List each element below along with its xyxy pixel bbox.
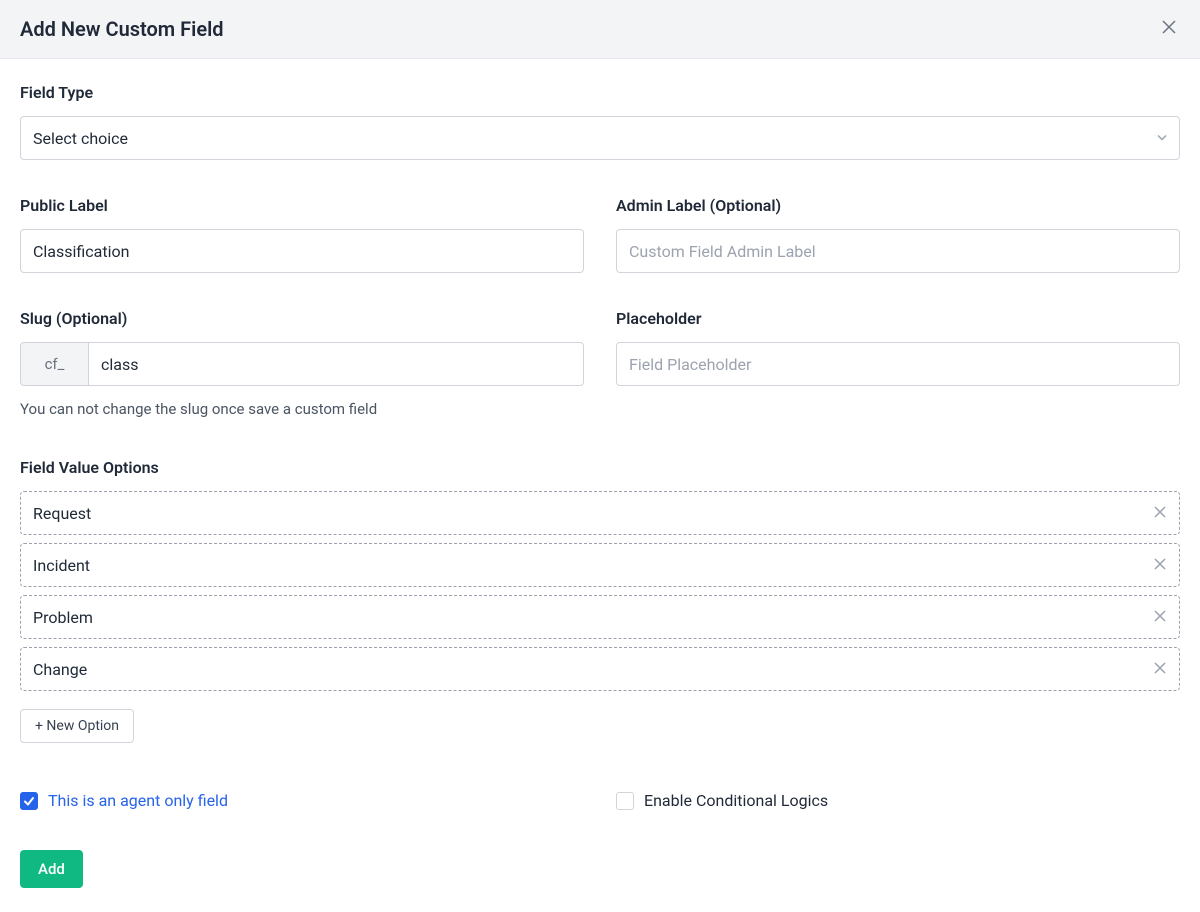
modal-header: Add New Custom Field	[0, 0, 1200, 59]
option-row	[20, 647, 1180, 691]
modal-body: Field Type Select choice Public Label Ad…	[0, 59, 1200, 912]
conditional-logics-checkbox[interactable]	[616, 792, 634, 810]
option-input[interactable]	[20, 595, 1180, 639]
option-input[interactable]	[20, 543, 1180, 587]
remove-option-icon[interactable]	[1150, 657, 1170, 681]
placeholder-input[interactable]	[616, 342, 1180, 386]
new-option-button[interactable]: + New Option	[20, 709, 134, 743]
admin-label-input[interactable]	[616, 229, 1180, 273]
public-label-label: Public Label	[20, 196, 584, 215]
conditional-logics-label[interactable]: Enable Conditional Logics	[644, 791, 828, 810]
field-type-label: Field Type	[20, 83, 1180, 102]
slug-input[interactable]	[88, 342, 584, 386]
admin-label-label: Admin Label (Optional)	[616, 196, 1180, 215]
remove-option-icon[interactable]	[1150, 553, 1170, 577]
field-type-select[interactable]: Select choice	[20, 116, 1180, 160]
close-icon[interactable]	[1158, 16, 1180, 42]
agent-only-checkbox[interactable]	[20, 792, 38, 810]
modal-title: Add New Custom Field	[20, 17, 224, 41]
placeholder-label: Placeholder	[616, 309, 1180, 328]
field-value-options-label: Field Value Options	[20, 458, 1180, 477]
public-label-input[interactable]	[20, 229, 584, 273]
field-type-selected: Select choice	[20, 116, 1180, 160]
slug-label: Slug (Optional)	[20, 309, 584, 328]
option-row	[20, 543, 1180, 587]
add-button[interactable]: Add	[20, 850, 83, 888]
option-input[interactable]	[20, 491, 1180, 535]
agent-only-label[interactable]: This is an agent only field	[48, 791, 228, 810]
option-row	[20, 491, 1180, 535]
remove-option-icon[interactable]	[1150, 605, 1170, 629]
option-row	[20, 595, 1180, 639]
option-input[interactable]	[20, 647, 1180, 691]
remove-option-icon[interactable]	[1150, 501, 1170, 525]
slug-help-text: You can not change the slug once save a …	[20, 400, 584, 418]
slug-prefix: cf_	[20, 342, 88, 386]
